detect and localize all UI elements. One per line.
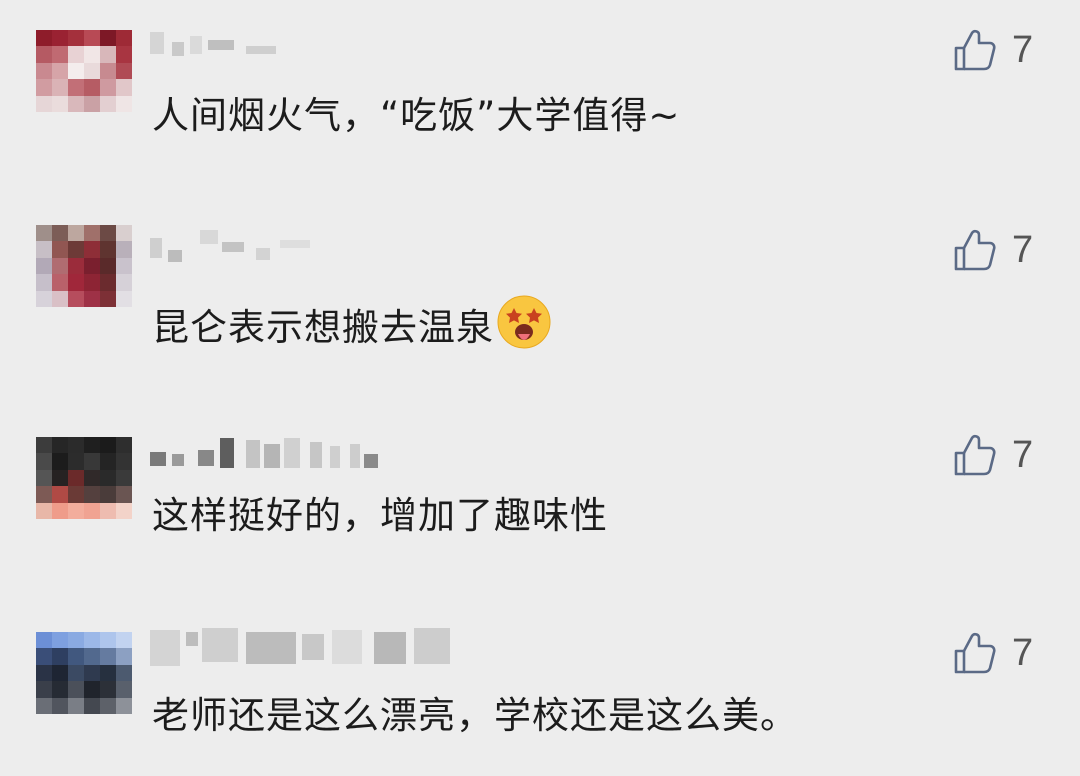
username-pixel: [202, 628, 238, 662]
avatar-pixel: [68, 632, 84, 649]
avatar-pixel: [68, 664, 84, 682]
avatar-pixel: [116, 632, 132, 649]
avatar-pixel: [100, 648, 116, 665]
avatar-pixel: [116, 697, 132, 714]
avatar-pixel: [116, 681, 132, 698]
username-pixel: [186, 632, 198, 646]
avatar[interactable]: [36, 632, 132, 714]
avatar-pixel: [100, 681, 116, 698]
avatar-pixel: [52, 697, 68, 714]
avatar-pixel: [68, 681, 84, 698]
avatar-pixel: [68, 697, 84, 714]
avatar-pixel: [84, 664, 100, 682]
avatar-pixel: [36, 681, 52, 698]
username-pixel: [414, 628, 450, 664]
username-pixel: [332, 630, 362, 664]
avatar-pixel: [84, 681, 100, 698]
avatar-pixel: [36, 632, 52, 649]
username-blurred[interactable]: [150, 628, 450, 668]
username-pixel: [374, 632, 406, 664]
avatar-pixel: [116, 664, 132, 682]
avatar-pixel: [100, 664, 116, 682]
like-button[interactable]: 7: [952, 628, 1052, 678]
avatar-pixel: [84, 632, 100, 649]
avatar-pixel: [36, 664, 52, 682]
username-pixel: [150, 630, 180, 666]
avatar-pixel: [52, 664, 68, 682]
avatar-pixel: [116, 648, 132, 665]
avatar-pixel: [84, 648, 100, 665]
avatar-pixel: [52, 681, 68, 698]
avatar-pixel: [84, 697, 100, 714]
avatar-pixel: [52, 632, 68, 649]
comment-text-content: 老师还是这么漂亮，学校还是这么美。: [152, 694, 798, 737]
comment-item: 老师还是这么漂亮，学校还是这么美。 7: [0, 0, 1080, 776]
comment-text: 老师还是这么漂亮，学校还是这么美。: [152, 694, 798, 738]
username-pixel: [246, 632, 296, 664]
avatar-pixel: [68, 648, 84, 665]
avatar-pixel: [100, 697, 116, 714]
avatar-pixel: [36, 697, 52, 714]
avatar-pixel: [36, 648, 52, 665]
thumbs-up-icon: [952, 630, 998, 676]
avatar-pixel: [52, 648, 68, 665]
username-pixel: [302, 634, 324, 660]
like-count: 7: [1012, 631, 1034, 674]
avatar-pixel: [100, 632, 116, 649]
